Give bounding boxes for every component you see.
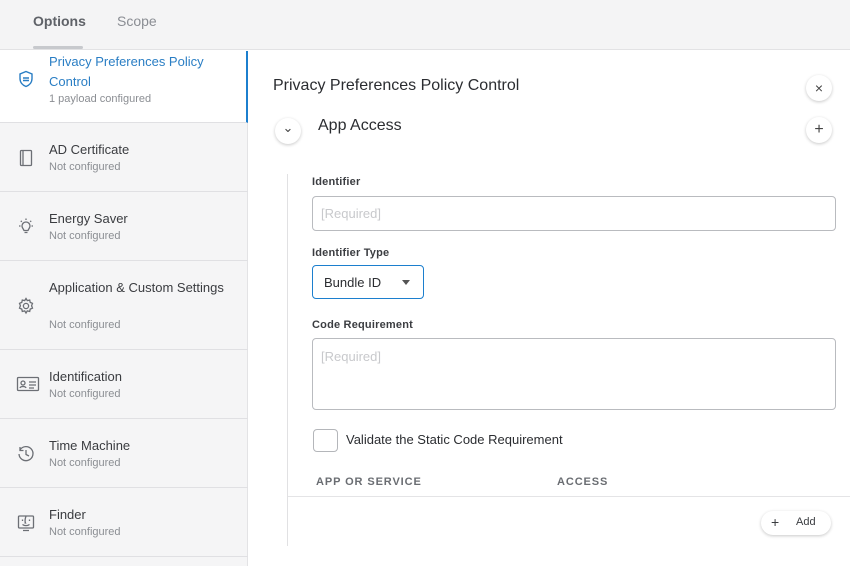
sidebar-item-finder[interactable]: Finder Not configured (0, 488, 248, 557)
tab-scope[interactable]: Scope (117, 13, 157, 29)
payload-sidebar: Privacy Preferences Policy Control 1 pay… (0, 51, 248, 566)
sidebar-item-title: Application & Custom Settings (49, 280, 224, 295)
finder-icon (16, 513, 36, 533)
sidebar-item-status: Not configured (49, 388, 121, 400)
identifier-input[interactable] (312, 196, 836, 231)
column-header-app-or-service: APP OR SERVICE (316, 476, 422, 488)
shield-icon (16, 69, 36, 89)
page-title: Privacy Preferences Policy Control (273, 77, 520, 94)
caret-down-icon (402, 280, 410, 285)
sidebar-item-application-custom-settings[interactable]: Application & Custom Settings Not config… (0, 261, 248, 350)
collapse-section-button[interactable]: ⌄ (275, 118, 301, 144)
lightbulb-icon (16, 217, 36, 237)
code-requirement-textarea[interactable] (312, 338, 836, 410)
identifier-label: Identifier (312, 176, 361, 188)
sidebar-item-status: Not configured (49, 319, 121, 331)
clock-history-icon (16, 444, 36, 464)
gear-icon (16, 296, 36, 316)
add-section-button[interactable]: + (806, 117, 832, 143)
close-button[interactable]: × (806, 75, 832, 101)
sidebar-item-status: Not configured (49, 230, 121, 242)
add-app-button[interactable]: + Add (761, 511, 831, 535)
sidebar-item-identification[interactable]: Identification Not configured (0, 350, 248, 419)
identifier-type-select[interactable]: Bundle ID (312, 265, 424, 299)
plus-icon: + (771, 514, 780, 530)
sidebar-item-title: Time Machine (49, 438, 131, 453)
identifier-type-label: Identifier Type (312, 247, 390, 259)
identifier-type-value: Bundle ID (324, 275, 382, 290)
sidebar-item-status: Not configured (49, 526, 121, 538)
column-header-access: ACCESS (557, 476, 609, 488)
table-divider (288, 496, 850, 497)
sidebar-item-status: Not configured (49, 457, 121, 469)
sidebar-item-privacy-preferences[interactable]: Privacy Preferences Policy Control 1 pay… (0, 51, 248, 123)
sidebar-item-title: Energy Saver (49, 211, 128, 226)
code-requirement-label: Code Requirement (312, 319, 413, 331)
sidebar-item-time-machine[interactable]: Time Machine Not configured (0, 419, 248, 488)
validate-code-requirement-label: Validate the Static Code Requirement (346, 432, 563, 447)
section-title: App Access (318, 117, 402, 134)
sidebar-item-title: Identification (49, 369, 122, 384)
section-indent-line (287, 174, 288, 546)
sidebar-item-title: Privacy Preferences Policy Control (49, 54, 204, 89)
sidebar-item-status: 1 payload configured (49, 93, 152, 105)
sidebar-item-title: Finder (49, 507, 86, 522)
close-icon: × (814, 80, 824, 96)
add-button-label: Add (796, 516, 816, 528)
id-card-icon (16, 374, 40, 394)
sidebar-item-energy-saver[interactable]: Energy Saver Not configured (0, 192, 248, 261)
sidebar-item-title: AD Certificate (49, 142, 130, 157)
chevron-down-icon: ⌄ (282, 120, 294, 135)
plus-icon: + (814, 121, 824, 138)
sidebar-item-ad-certificate[interactable]: AD Certificate Not configured (0, 123, 248, 192)
active-tab-indicator (33, 46, 83, 49)
sidebar-item-status: Not configured (49, 161, 121, 173)
certificate-icon (16, 148, 36, 168)
tab-options[interactable]: Options (33, 13, 86, 29)
validate-code-requirement-checkbox[interactable] (313, 429, 338, 452)
top-tab-bar: Options Scope (0, 0, 850, 50)
